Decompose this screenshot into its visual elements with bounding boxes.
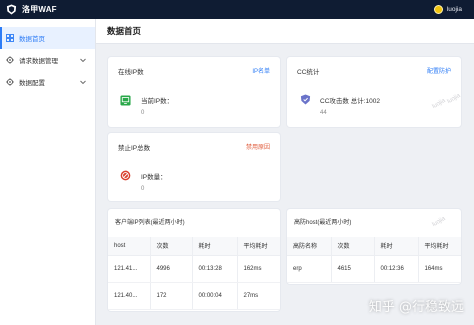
ban-reason-link[interactable]: 禁用原因 xyxy=(246,142,270,151)
sidebar: 数据首页 请求数据管理 数据配置 xyxy=(0,19,96,325)
host-table: 高防名称 次数 耗时 平均耗时 erp 4615 00:12:36 164ms xyxy=(287,237,461,283)
client-ip-table: host 次数 耗时 平均耗时 121.41... 4996 00:13:28 … xyxy=(108,237,280,310)
banned-ip-card: 禁止IP总数 禁用原因 IP数量： 0 xyxy=(108,133,280,201)
column-header[interactable]: host xyxy=(108,237,150,256)
table-row[interactable]: 121.40... 172 00:00:04 27ms xyxy=(108,282,280,310)
page-title: 数据首页 xyxy=(107,26,142,36)
ban-icon xyxy=(120,170,131,181)
watermark: luojia xyxy=(431,215,447,229)
sidebar-item-data-config[interactable]: 数据配置 xyxy=(0,71,95,93)
table-cell: 4996 xyxy=(149,255,192,283)
banned-ip-label: IP数量： xyxy=(141,174,167,181)
cc-stats-card: CC统计 配置防护 CC攻击数 总计:1002 44 luojia xyxy=(287,57,461,127)
ip-list-link[interactable]: IP名单 xyxy=(252,66,270,75)
avatar xyxy=(433,5,443,14)
app-title: 洛甲WAF xyxy=(22,5,57,14)
table-cell: 121.40... xyxy=(108,282,150,310)
config-protection-link[interactable]: 配置防护 xyxy=(427,66,451,75)
sidebar-item-request-data[interactable]: 请求数据管理 xyxy=(0,49,95,71)
app-logo-icon xyxy=(6,4,17,15)
host-table-title: 高防host(最近两小时) xyxy=(294,220,352,226)
banned-ip-value: 0 xyxy=(141,186,145,192)
column-header[interactable]: 耗时 xyxy=(373,237,418,256)
watermark: luojia xyxy=(431,97,447,111)
cc-stats-title: CC统计 xyxy=(297,69,320,76)
table-cell: 121.41... xyxy=(108,255,150,283)
client-ip-table-title: 客户端IP列表(最近两小时) xyxy=(115,220,185,226)
page-header: 数据首页 xyxy=(96,19,474,44)
table-header-row: 高防名称 次数 耗时 平均耗时 xyxy=(287,237,461,256)
online-ip-value: 0 xyxy=(141,110,145,116)
table-cell: 27ms xyxy=(236,282,280,310)
user-name: luojia xyxy=(446,6,462,13)
chevron-down-icon xyxy=(80,80,86,85)
column-header[interactable]: 次数 xyxy=(149,237,192,256)
column-header[interactable]: 高防名称 xyxy=(287,237,331,256)
online-ip-card: 在线IP数 IP名单 当前IP数： 0 xyxy=(108,57,280,127)
home-icon xyxy=(6,34,14,42)
user-menu[interactable]: luojia xyxy=(433,0,462,19)
sidebar-item-home[interactable]: 数据首页 xyxy=(0,27,95,49)
app-logo[interactable]: 洛甲WAF xyxy=(0,4,96,15)
sidebar-item-label: 数据首页 xyxy=(19,36,45,43)
sidebar-item-label: 请求数据管理 xyxy=(19,58,58,65)
gear-icon xyxy=(6,56,14,64)
table-cell: 00:13:28 xyxy=(191,255,237,283)
chevron-down-icon xyxy=(80,58,86,63)
online-ip-label: 当前IP数： xyxy=(141,98,174,105)
table-cell: erp xyxy=(287,255,331,283)
monitor-icon xyxy=(120,95,131,106)
column-header[interactable]: 平均耗时 xyxy=(236,237,280,256)
column-header[interactable]: 平均耗时 xyxy=(417,237,461,256)
table-row[interactable]: erp 4615 00:12:36 164ms xyxy=(287,255,461,283)
table-row[interactable]: 121.41... 4996 00:13:28 162ms xyxy=(108,255,280,283)
host-table-card: 高防host(最近两小时) luojia 高防名称 次数 耗时 平均耗时 erp… xyxy=(287,209,461,284)
column-header[interactable]: 次数 xyxy=(330,237,374,256)
online-ip-title: 在线IP数 xyxy=(118,69,144,76)
cc-attack-value: 44 xyxy=(320,110,327,116)
table-cell: 00:00:04 xyxy=(191,282,237,310)
table-cell: 172 xyxy=(149,282,192,310)
gear-icon xyxy=(6,78,14,86)
shield-icon xyxy=(300,94,311,105)
banned-ip-title: 禁止IP总数 xyxy=(118,145,151,152)
top-bar: 洛甲WAF luojia xyxy=(0,0,474,19)
sidebar-item-label: 数据配置 xyxy=(19,80,45,87)
table-cell: 00:12:36 xyxy=(373,255,418,283)
client-ip-table-card: 客户端IP列表(最近两小时) host 次数 耗时 平均耗时 121.41...… xyxy=(108,209,280,311)
footer-watermark: 知乎 @行稳致远 xyxy=(368,300,464,315)
table-header-row: host 次数 耗时 平均耗时 xyxy=(108,237,280,256)
table-cell: 162ms xyxy=(236,255,280,283)
table-cell: 164ms xyxy=(417,255,461,283)
cc-attack-total: CC攻击数 总计:1002 xyxy=(320,98,380,105)
column-header[interactable]: 耗时 xyxy=(191,237,237,256)
table-cell: 4615 xyxy=(330,255,374,283)
